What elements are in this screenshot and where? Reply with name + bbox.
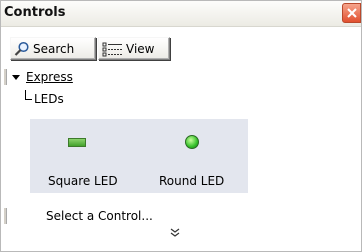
view-button[interactable]: View: [98, 37, 170, 60]
square-led-icon[interactable]: [68, 138, 86, 147]
title-bar[interactable]: Controls: [1, 1, 361, 27]
view-button-label: View: [126, 42, 155, 56]
subcategory-leds[interactable]: LEDs: [34, 92, 64, 106]
view-options-icon: [102, 42, 122, 57]
section-grip-footer[interactable]: [3, 208, 7, 224]
controls-palette: Controls Search View Express LEDs Square…: [0, 0, 362, 252]
round-led-label[interactable]: Round LED: [159, 174, 224, 188]
category-express-link[interactable]: Express: [26, 70, 73, 84]
search-button-label: Search: [33, 42, 75, 56]
round-led-icon[interactable]: [185, 135, 199, 149]
search-button[interactable]: Search: [10, 37, 96, 60]
square-led-label[interactable]: Square LED: [48, 174, 118, 188]
double-chevron-down-icon[interactable]: [170, 228, 180, 238]
collapse-arrow-icon[interactable]: [12, 75, 20, 80]
close-button[interactable]: [342, 3, 361, 23]
close-icon: [347, 8, 357, 18]
section-grip[interactable]: [3, 69, 7, 85]
tree-branch-line: [25, 90, 32, 100]
controls-area: Square LED Round LED: [30, 119, 248, 193]
search-icon: [14, 41, 29, 56]
window-title: Controls: [4, 5, 66, 20]
select-control-hint[interactable]: Select a Control...: [46, 209, 153, 223]
